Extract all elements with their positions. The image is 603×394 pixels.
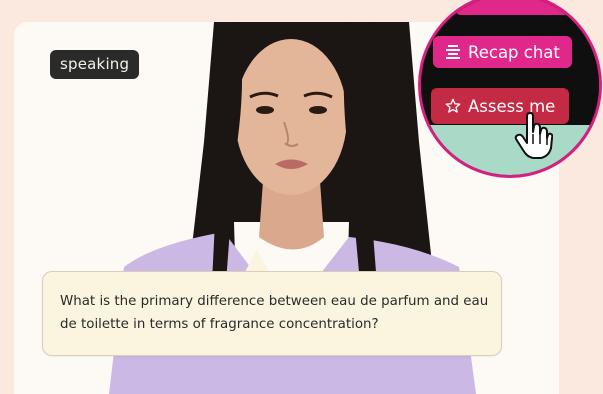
recap-chat-label: Recap chat [468,42,560,62]
star-icon [445,98,461,113]
list-icon [446,45,460,59]
zoom-callout: Recap chat Assess me [418,0,602,178]
question-text: What is the primary difference between e… [60,294,489,332]
recap-chat-button[interactable]: Recap chat [433,36,572,68]
status-badge: speaking [50,50,140,79]
hidden-top-button[interactable] [455,0,575,15]
speech-bubble: What is the primary difference between e… [42,271,502,356]
hand-pointer-icon [514,112,553,159]
speech-bubble-tail [245,249,269,272]
